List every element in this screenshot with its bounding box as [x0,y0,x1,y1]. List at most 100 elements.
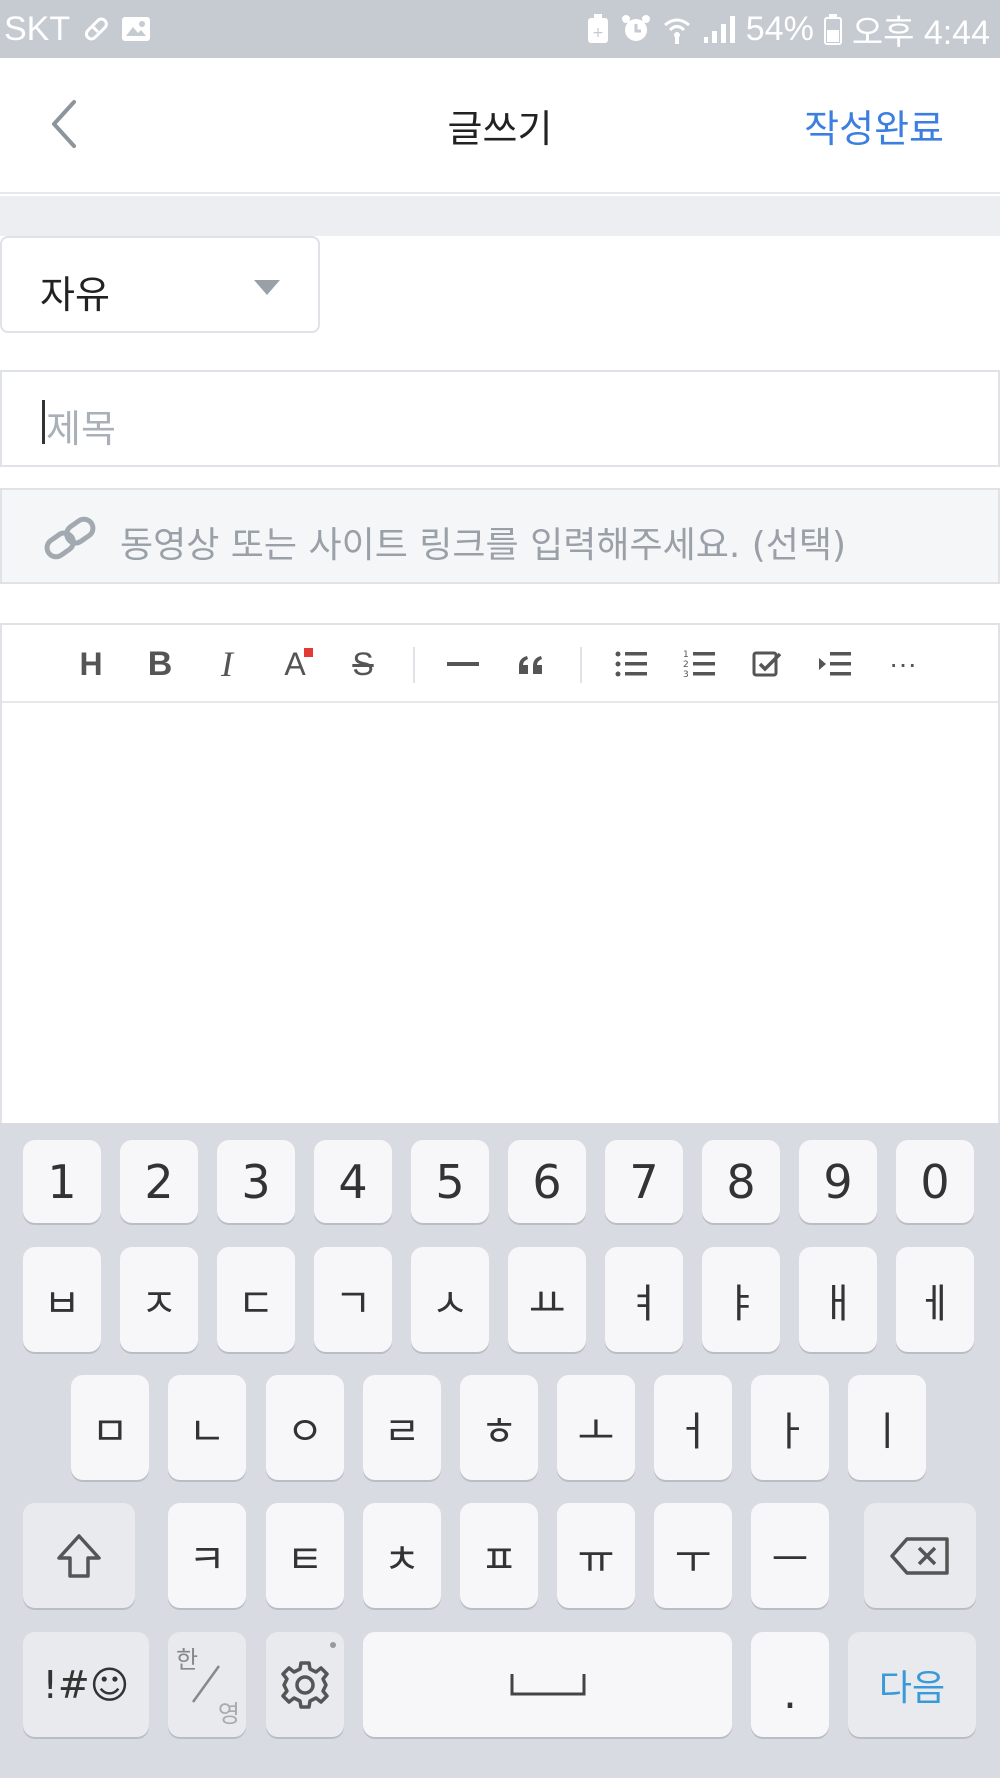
keyboard: 1 2 3 4 5 6 7 8 9 0 ㅂ ㅈ ㄷ ㄱ ㅅ ㅛ ㅕ ㅑ ㅐ ㅔ … [0,1123,1000,1778]
key-1[interactable]: 1 [23,1140,101,1223]
key-ae[interactable]: ㅐ [799,1247,877,1352]
numbered-list-button[interactable]: 123 [674,639,724,689]
font-color-button[interactable]: A [270,639,320,689]
key-yu[interactable]: ㅠ [557,1503,635,1608]
settings-indicator-dot [330,1642,336,1648]
svg-text:3: 3 [683,670,689,680]
quote-icon [519,656,542,674]
dropdown-triangle-icon [254,280,280,295]
key-yeo[interactable]: ㅕ [605,1247,683,1352]
key-0[interactable]: 0 [896,1140,974,1223]
key-eo[interactable]: ㅓ [654,1375,732,1480]
content-editor: H B I A S 123 ··· [0,623,1000,1123]
image-icon [120,14,152,44]
svg-text:2: 2 [683,660,689,670]
more-icon: ··· [889,648,917,679]
gear-icon [281,1660,329,1709]
key-giyeok[interactable]: ㄱ [314,1247,392,1352]
clock: 오후 4:44 [851,13,990,52]
key-hieut[interactable]: ㅎ [460,1375,538,1480]
horizontal-rule-icon [447,662,479,666]
italic-icon: I [221,644,233,684]
space-bar-icon [510,1673,585,1695]
key-pieup[interactable]: ㅍ [460,1503,538,1608]
symbols-label: !#☺ [42,1662,130,1707]
pill-icon [80,14,110,44]
key-mieum[interactable]: ㅁ [71,1375,149,1480]
link-icon [44,516,96,560]
period-key[interactable]: . [751,1632,829,1737]
shift-key[interactable] [23,1503,135,1608]
font-color-icon: A [284,645,306,682]
battery-icon [823,13,842,45]
quote-button[interactable] [506,639,556,689]
heading-button[interactable]: H [66,639,116,689]
key-jieut[interactable]: ㅈ [120,1247,198,1352]
key-ya[interactable]: ㅑ [702,1247,780,1352]
horizontal-rule-button[interactable] [438,639,488,689]
key-i[interactable]: ㅣ [848,1375,926,1480]
key-ieung[interactable]: ㅇ [266,1375,344,1480]
category-selected: 자유 [40,273,110,317]
toolbar-divider [580,647,582,683]
key-e[interactable]: ㅔ [896,1247,974,1352]
status-bar: SKT + 54% 오후 4:44 [0,0,1000,58]
indent-icon [819,652,851,676]
status-bar-right: + 54% 오후 4:44 [586,8,990,52]
battery-saver-icon: + [586,13,610,45]
key-bieup[interactable]: ㅂ [23,1247,101,1352]
carrier-label: SKT [4,9,71,48]
key-nieun[interactable]: ㄴ [168,1375,246,1480]
submit-button[interactable]: 작성완료 [804,98,944,153]
app-header: 글쓰기 작성완료 [0,58,1000,194]
key-rieul[interactable]: ㄹ [363,1375,441,1480]
text-caret [42,400,45,444]
key-3[interactable]: 3 [217,1140,295,1223]
section-divider [0,196,1000,236]
key-yo[interactable]: ㅛ [508,1247,586,1352]
key-a[interactable]: ㅏ [751,1375,829,1480]
key-eu[interactable]: ㅡ [751,1503,829,1608]
key-digeut[interactable]: ㄷ [217,1247,295,1352]
bullet-list-button[interactable] [606,639,656,689]
backspace-icon [890,1536,949,1575]
symbols-key[interactable]: !#☺ [23,1632,149,1737]
link-input[interactable]: 동영상 또는 사이트 링크를 입력해주세요. (선택) [0,488,1000,584]
lang-bottom-label: 영 [217,1700,240,1728]
key-chieut[interactable]: ㅊ [363,1503,441,1608]
key-8[interactable]: 8 [702,1140,780,1223]
more-button[interactable]: ··· [878,639,928,689]
heading-icon: H [79,645,103,682]
key-5[interactable]: 5 [411,1140,489,1223]
strikethrough-button[interactable]: S [338,639,388,689]
wifi-icon [662,13,692,45]
key-9[interactable]: 9 [799,1140,877,1223]
link-placeholder: 동영상 또는 사이트 링크를 입력해주세요. (선택) [120,525,847,566]
indent-button[interactable] [810,639,860,689]
italic-button[interactable]: I [202,639,252,689]
key-siot[interactable]: ㅅ [411,1247,489,1352]
backspace-key[interactable] [864,1503,976,1608]
key-kieuk[interactable]: ㅋ [168,1503,246,1608]
settings-key[interactable] [266,1632,344,1737]
space-key[interactable] [363,1632,732,1737]
bold-icon: B [147,644,173,683]
key-o[interactable]: ㅗ [557,1375,635,1480]
key-2[interactable]: 2 [120,1140,198,1223]
key-6[interactable]: 6 [508,1140,586,1223]
key-4[interactable]: 4 [314,1140,392,1223]
key-u[interactable]: ㅜ [654,1503,732,1608]
key-7[interactable]: 7 [605,1140,683,1223]
bold-button[interactable]: B [135,639,185,689]
next-key[interactable]: 다음 [848,1632,976,1737]
svg-text:1: 1 [683,650,689,660]
title-input[interactable]: 제목 [0,370,1000,467]
category-dropdown[interactable]: 자유 [0,236,320,333]
numbered-list-icon: 123 [683,650,715,680]
key-tieut[interactable]: ㅌ [266,1503,344,1608]
checklist-button[interactable] [742,639,792,689]
editor-body[interactable] [2,705,998,1125]
language-switch-key[interactable]: 한 영 [168,1632,246,1737]
font-color-marker [304,648,313,657]
svg-text:+: + [592,25,604,41]
